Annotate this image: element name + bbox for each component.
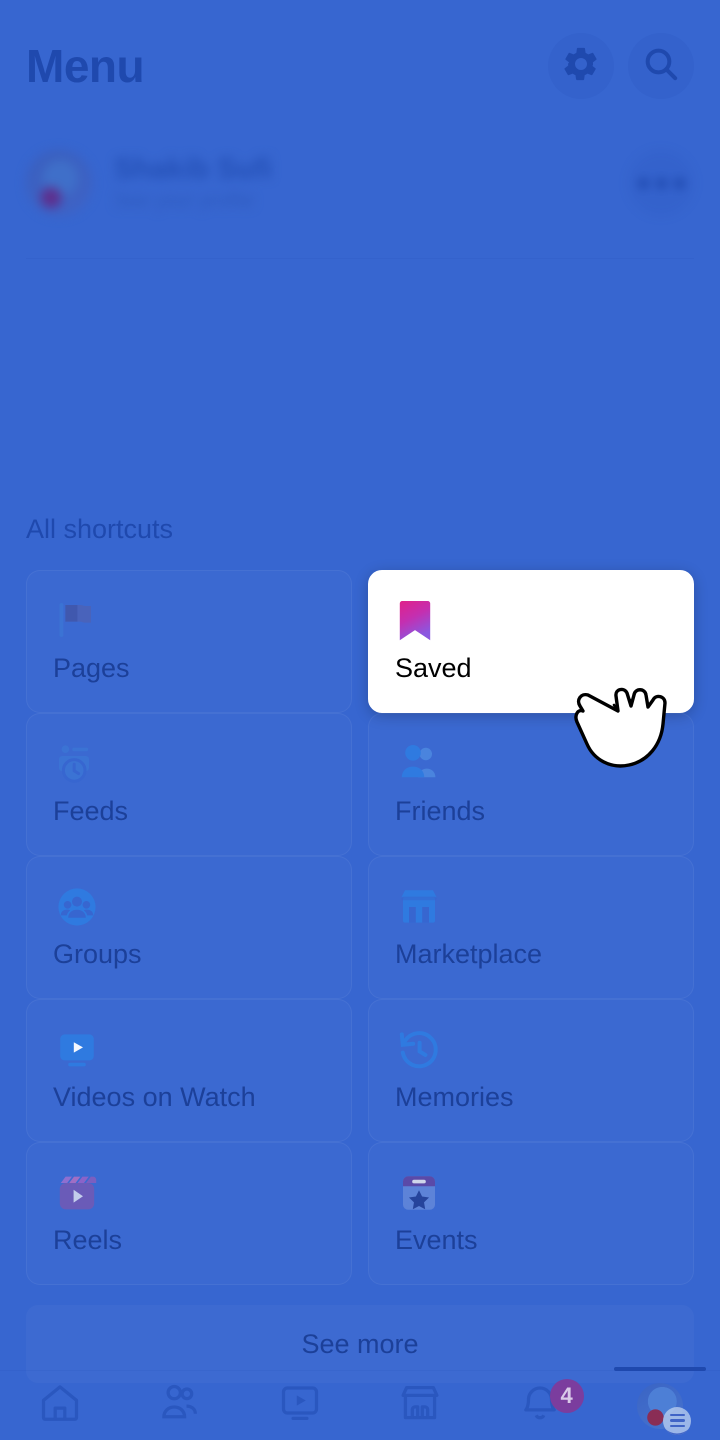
- bottom-navigation: 4: [0, 1370, 720, 1440]
- profile-more-button[interactable]: [628, 150, 694, 216]
- nav-item-marketplace[interactable]: [360, 1371, 480, 1440]
- shortcut-label: Marketplace: [395, 939, 543, 969]
- avatar: [26, 150, 92, 216]
- shortcuts-grid: Pages Saved Feeds Friends Groups Marketp…: [26, 570, 694, 1285]
- avatar-menu-icon: [637, 1382, 691, 1435]
- notification-badge: 4: [549, 1379, 584, 1413]
- all-shortcuts-heading: All shortcuts: [26, 514, 174, 544]
- shortcut-label: Memories: [395, 1082, 514, 1112]
- shortcut-label: Reels: [53, 1225, 123, 1255]
- more-horizontal-icon: [637, 177, 649, 189]
- settings-button[interactable]: [548, 33, 614, 99]
- shortcut-card-events[interactable]: Events: [368, 1142, 694, 1285]
- header-actions: [548, 33, 694, 99]
- nav-item-friends[interactable]: [120, 1371, 240, 1440]
- shortcut-card-saved[interactable]: Saved: [368, 570, 694, 713]
- reels-icon: [53, 1169, 101, 1217]
- nav-item-menu[interactable]: [600, 1371, 720, 1440]
- shortcut-card-feeds[interactable]: Feeds: [26, 713, 352, 856]
- shortcut-label: Events: [395, 1225, 478, 1255]
- more-horizontal-icon: [655, 177, 667, 189]
- video-play-icon: [53, 1026, 101, 1074]
- search-icon: [641, 44, 681, 89]
- feeds-clock-icon: [53, 740, 101, 788]
- bookmark-icon: [395, 597, 443, 645]
- profile-subtitle: See your profile: [114, 190, 255, 212]
- shortcut-card-memories[interactable]: Memories: [368, 999, 694, 1142]
- people-icon: [395, 740, 443, 788]
- video-play-icon: [277, 1380, 323, 1431]
- more-horizontal-icon: [673, 177, 685, 189]
- groups-icon: [53, 883, 101, 931]
- nav-item-home[interactable]: [0, 1371, 120, 1440]
- shortcut-card-videos-on-watch[interactable]: Videos on Watch: [26, 999, 352, 1142]
- page-title: Menu: [26, 40, 145, 92]
- shortcut-card-reels[interactable]: Reels: [26, 1142, 352, 1285]
- calendar-star-icon: [395, 1169, 443, 1217]
- profile-text: Shakib Sufi See your profile: [114, 153, 272, 212]
- storefront-icon: [397, 1380, 443, 1431]
- shortcut-label: Videos on Watch: [53, 1082, 256, 1112]
- shortcut-label: Pages: [53, 653, 130, 683]
- shortcut-card-marketplace[interactable]: Marketplace: [368, 856, 694, 999]
- hamburger-icon: [663, 1407, 691, 1435]
- shortcut-label: Friends: [395, 796, 486, 826]
- clock-back-icon: [395, 1026, 443, 1074]
- app-header: Menu: [0, 0, 720, 132]
- profile-name: Shakib Sufi: [114, 153, 272, 185]
- home-icon: [37, 1380, 83, 1431]
- search-button[interactable]: [628, 33, 694, 99]
- profile-row[interactable]: Shakib Sufi See your profile: [0, 136, 720, 230]
- flag-icon: [53, 597, 101, 645]
- shortcut-label: Saved: [395, 653, 472, 683]
- shortcut-card-friends[interactable]: Friends: [368, 713, 694, 856]
- storefront-icon: [395, 883, 443, 931]
- shortcut-card-pages[interactable]: Pages: [26, 570, 352, 713]
- see-more-label: See more: [301, 1328, 419, 1359]
- gear-icon: [561, 44, 601, 89]
- menu-screen: Menu Shakib Sufi See your profile All sh…: [0, 0, 720, 1440]
- nav-item-video[interactable]: [240, 1371, 360, 1440]
- header-divider: [26, 258, 694, 259]
- shortcut-label: Feeds: [53, 796, 129, 826]
- shortcut-label: Groups: [53, 939, 142, 969]
- people-icon: [157, 1380, 203, 1431]
- shortcut-card-groups[interactable]: Groups: [26, 856, 352, 999]
- nav-item-notifications[interactable]: 4: [480, 1371, 600, 1440]
